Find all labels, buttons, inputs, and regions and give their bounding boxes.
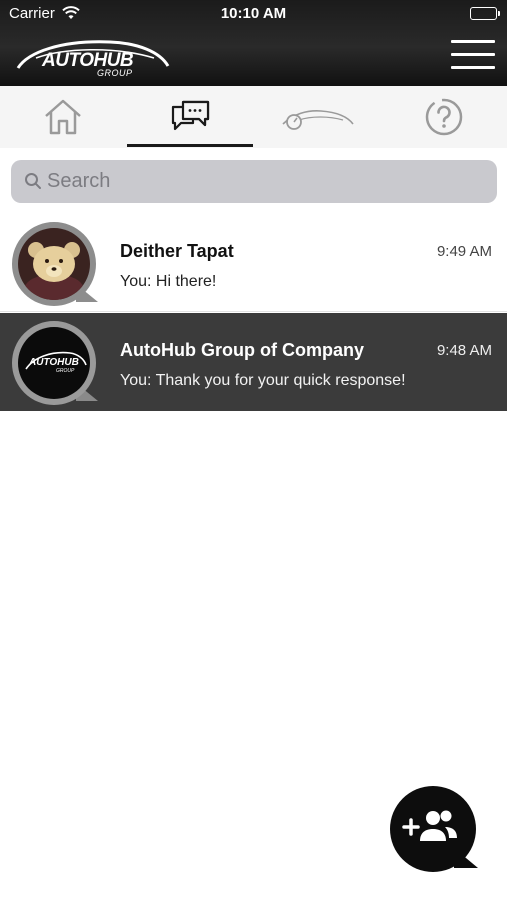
status-time: 10:10 AM <box>220 5 287 22</box>
tab-messages[interactable] <box>127 86 253 148</box>
search-input[interactable] <box>47 160 487 203</box>
autohub-logo-avatar-icon: AUTOHUB GROUP <box>18 327 90 399</box>
conversation-item[interactable]: Deither Tapat 9:49 AM You: Hi there! <box>0 214 507 312</box>
conversation-preview: You: Thank you for your quick response! <box>120 372 406 389</box>
conversation-time: 9:49 AM <box>436 243 492 260</box>
autohub-logo: AUTOHUB GROUP <box>14 32 174 80</box>
teddy-bear-avatar-icon <box>18 228 90 300</box>
chat-bubbles-icon <box>171 100 210 131</box>
avatar-logo-subtext: GROUP <box>56 368 75 374</box>
avatar: AUTOHUB GROUP <box>12 321 102 407</box>
avatar <box>12 222 102 308</box>
conversation-preview: You: Hi there! <box>120 273 217 290</box>
help-question-icon <box>425 98 463 136</box>
add-group-icon <box>402 810 457 841</box>
conversation-item-selected[interactable]: AUTOHUB GROUP AutoHub Group of Company 9… <box>0 313 507 411</box>
tab-home[interactable] <box>0 86 126 148</box>
conversation-time: 9:48 AM <box>436 342 492 359</box>
conversation-name: AutoHub Group of Company <box>120 340 364 360</box>
tab-vehicle[interactable] <box>254 86 380 148</box>
battery-icon <box>470 7 500 20</box>
add-group-button[interactable] <box>390 786 480 876</box>
logo-subtext: GROUP <box>97 68 133 78</box>
avatar-logo-text: AUTOHUB <box>29 357 79 368</box>
tab-help[interactable] <box>381 86 507 148</box>
search-bar <box>11 160 497 203</box>
hamburger-menu-icon[interactable] <box>451 40 495 72</box>
app-header: Carrier 10:10 AM AUTOHUB GROUP <box>0 0 507 86</box>
car-speedometer-icon <box>282 110 354 130</box>
tab-bar <box>0 86 507 148</box>
status-bar: Carrier 10:10 AM <box>0 0 507 28</box>
home-icon <box>45 99 81 135</box>
conversation-name: Deither Tapat <box>120 241 234 261</box>
search-icon <box>25 173 41 189</box>
